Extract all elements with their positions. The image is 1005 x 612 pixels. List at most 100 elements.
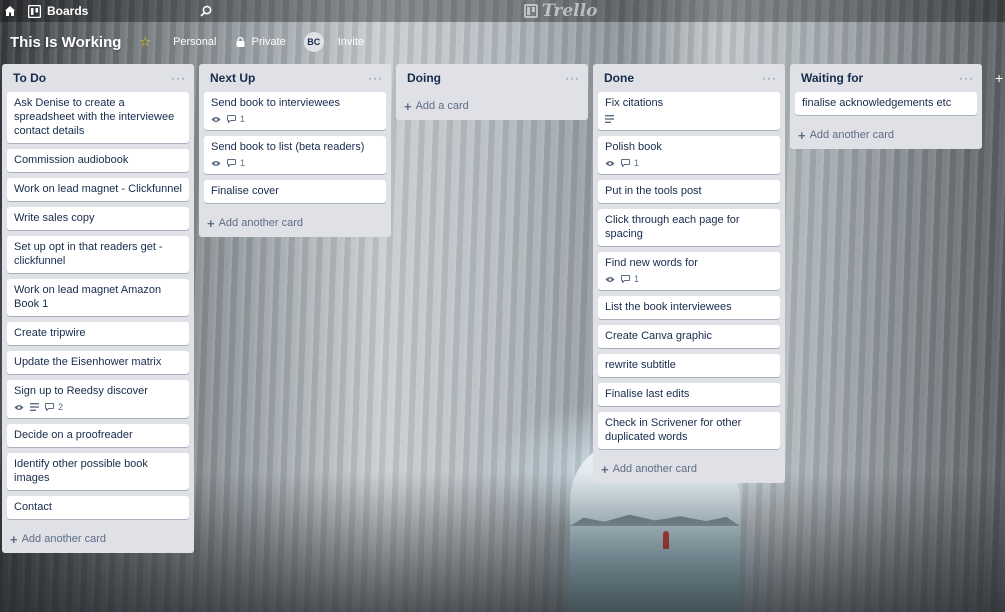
card[interactable]: Write sales copy xyxy=(7,207,189,230)
trello-logo-text: Trello xyxy=(542,1,598,21)
list-title[interactable]: To Do xyxy=(13,71,46,85)
card[interactable]: finalise acknowledgements etc xyxy=(795,92,977,115)
card[interactable]: Finalise last edits xyxy=(598,383,780,406)
card[interactable]: Work on lead magnet - Clickfunnel xyxy=(7,178,189,201)
home-button[interactable] xyxy=(0,1,20,21)
card-title: Decide on a proofreader xyxy=(14,429,133,441)
list-title[interactable]: Next Up xyxy=(210,71,255,85)
comment-count: 1 xyxy=(240,114,246,124)
plus-icon: + xyxy=(995,70,1004,86)
privacy-button[interactable]: Private xyxy=(230,32,291,52)
avatar[interactable]: BC xyxy=(303,32,324,52)
card[interactable]: Click through each page for spacing xyxy=(598,209,780,246)
list-header: Waiting for ··· xyxy=(790,64,982,92)
search-button[interactable] xyxy=(196,1,216,21)
list-title[interactable]: Waiting for xyxy=(801,71,863,85)
card[interactable]: Put in the tools post xyxy=(598,180,780,203)
team-visibility-button[interactable]: Personal xyxy=(167,32,222,52)
card-title: Work on lead magnet - Clickfunnel xyxy=(14,183,182,195)
card-title: List the book interviewees xyxy=(605,301,732,313)
comment-icon xyxy=(227,159,236,167)
watch-icon xyxy=(14,404,24,411)
card-badges: 1 xyxy=(605,273,773,285)
plus-icon: + xyxy=(10,531,18,547)
list-title[interactable]: Done xyxy=(604,71,634,85)
card-title: Contact xyxy=(14,501,52,513)
comment-badge: 1 xyxy=(227,156,245,170)
comment-icon xyxy=(621,275,630,283)
watch-icon xyxy=(211,116,221,123)
card[interactable]: Create tripwire xyxy=(7,322,189,345)
add-list-button[interactable]: + xyxy=(995,64,1005,92)
comment-count: 1 xyxy=(634,158,640,168)
card-title: Ask Denise to create a spreadsheet with … xyxy=(14,97,175,137)
board-header: This Is Working ☆ Personal Private BC In… xyxy=(0,26,1005,58)
card[interactable]: Send book to interviewees 1 xyxy=(204,92,386,130)
plus-icon: + xyxy=(404,98,412,114)
comment-badge: 1 xyxy=(227,112,245,126)
card-title: rewrite subtitle xyxy=(605,359,676,371)
add-card-button[interactable]: + Add another card xyxy=(790,121,982,149)
card-title: Find new words for xyxy=(605,257,698,269)
comment-count: 2 xyxy=(58,402,64,412)
list-menu-icon[interactable]: ··· xyxy=(565,71,580,85)
add-card-button[interactable]: + Add another card xyxy=(199,209,391,237)
privacy-label: Private xyxy=(251,36,286,48)
trello-logo-icon xyxy=(524,4,538,18)
comment-count: 1 xyxy=(634,274,640,284)
card-badges: 1 xyxy=(211,157,379,169)
list-title[interactable]: Doing xyxy=(407,71,441,85)
card[interactable]: List the book interviewees xyxy=(598,296,780,319)
list-header: Next Up ··· xyxy=(199,64,391,92)
star-icon[interactable]: ☆ xyxy=(139,34,151,50)
card[interactable]: Identify other possible book images xyxy=(7,453,189,490)
card[interactable]: Contact xyxy=(7,496,189,519)
card[interactable]: rewrite subtitle xyxy=(598,354,780,377)
card[interactable]: Work on lead magnet Amazon Book 1 xyxy=(7,279,189,316)
card[interactable]: Check in Scrivener for other duplicated … xyxy=(598,412,780,449)
card-title: Identify other possible book images xyxy=(14,458,148,484)
add-card-label: Add another card xyxy=(218,217,303,229)
comment-count: 1 xyxy=(240,158,246,168)
list-menu-icon[interactable]: ··· xyxy=(368,71,383,85)
add-card-label: Add another card xyxy=(612,463,697,475)
card[interactable]: Decide on a proofreader xyxy=(7,424,189,447)
search-icon xyxy=(200,5,212,17)
invite-button[interactable]: Invite xyxy=(332,32,370,52)
boards-button[interactable]: Boards xyxy=(26,1,94,21)
card-title: Sign up to Reedsy discover xyxy=(14,385,148,397)
watch-icon xyxy=(605,276,615,283)
card[interactable]: Set up opt in that readers get - clickfu… xyxy=(7,236,189,273)
card-title: Send book to interviewees xyxy=(211,97,341,109)
card-title: Create tripwire xyxy=(14,327,86,339)
list-menu-icon[interactable]: ··· xyxy=(762,71,777,85)
card-badges: 1 xyxy=(211,113,379,125)
card[interactable]: Fix citations xyxy=(598,92,780,130)
add-card-button[interactable]: + Add another card xyxy=(593,455,785,483)
card[interactable]: Sign up to Reedsy discover 2 xyxy=(7,380,189,418)
plus-icon: + xyxy=(207,215,215,231)
card[interactable]: Finalise cover xyxy=(204,180,386,203)
description-icon xyxy=(30,403,39,411)
comment-badge: 1 xyxy=(621,156,639,170)
list-menu-icon[interactable]: ··· xyxy=(959,71,974,85)
top-bar: Boards Trello xyxy=(0,0,1005,22)
list-header: Done ··· xyxy=(593,64,785,92)
add-card-label: Add a card xyxy=(415,100,469,112)
card[interactable]: Find new words for 1 xyxy=(598,252,780,290)
card[interactable]: Polish book 1 xyxy=(598,136,780,174)
card[interactable]: Update the Eisenhower matrix xyxy=(7,351,189,374)
add-card-button[interactable]: + Add another card xyxy=(2,525,194,553)
card[interactable]: Commission audiobook xyxy=(7,149,189,172)
card[interactable]: Ask Denise to create a spreadsheet with … xyxy=(7,92,189,143)
board-title[interactable]: This Is Working xyxy=(10,34,121,51)
card-title: Commission audiobook xyxy=(14,154,129,166)
card-title: Polish book xyxy=(605,141,662,153)
card-title: Write sales copy xyxy=(14,212,95,224)
card[interactable]: Create Canva graphic xyxy=(598,325,780,348)
card[interactable]: Send book to list (beta readers) 1 xyxy=(204,136,386,174)
add-card-button[interactable]: + Add a card xyxy=(396,92,588,120)
list-menu-icon[interactable]: ··· xyxy=(171,71,186,85)
card-title: Put in the tools post xyxy=(605,185,702,197)
trello-logo[interactable]: Trello xyxy=(524,1,598,21)
